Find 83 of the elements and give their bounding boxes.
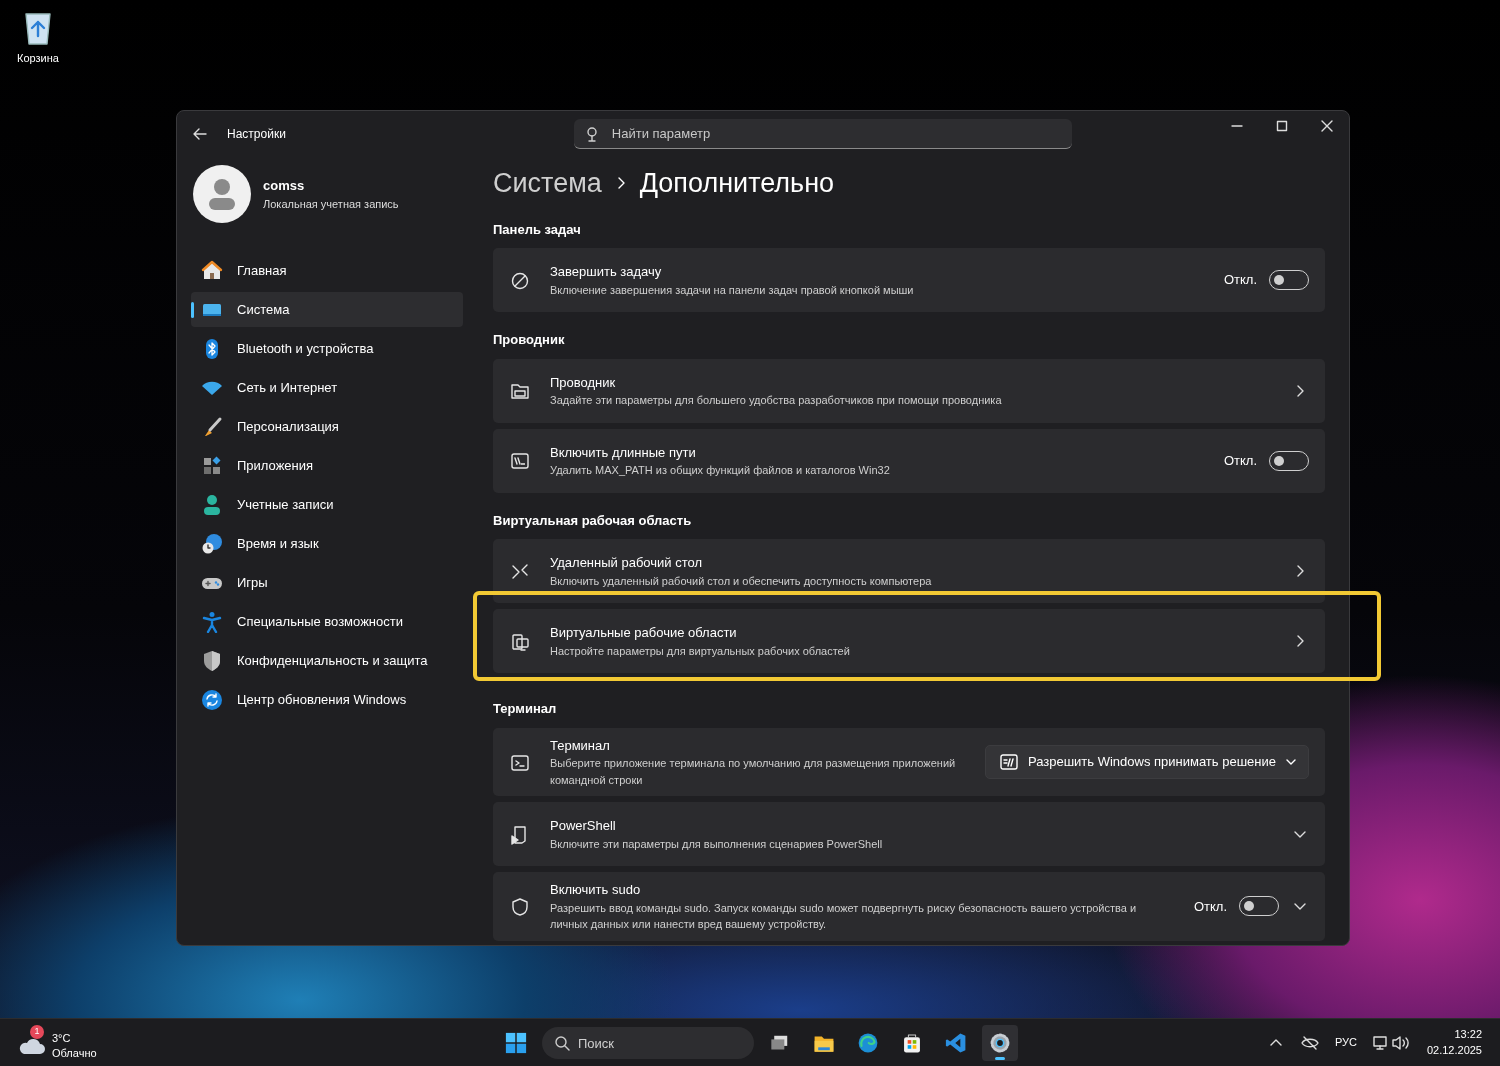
account-type: Локальная учетная запись [263, 196, 399, 212]
setting-card[interactable]: Терминал Выберите приложение терминала по умолчанию для размещения приложений командной строки Разрешить Windows принимать решение [493, 727, 1325, 796]
start-icon [503, 1030, 529, 1056]
sidebar-item[interactable]: Bluetooth и устройства [191, 331, 463, 366]
setting-description: Настройте параметры для виртуальных рабочих областей [550, 643, 851, 659]
sidebar-item[interactable]: Специальные возможности [191, 604, 463, 639]
sidebar-item[interactable]: Время и язык [191, 526, 463, 561]
setting-description: Удалить MAX_PATH из общих функций файлов и каталогов Win32 [550, 463, 891, 478]
maximize-icon [1275, 120, 1288, 132]
toggle-state-label: Откл. [1223, 271, 1257, 290]
setting-title: Терминал [550, 736, 611, 755]
folder-icon [510, 381, 530, 402]
sidebar-item[interactable]: Система [191, 292, 463, 327]
console-icon [510, 752, 530, 773]
sidebar-item[interactable]: Конфиденциальность и защита [191, 643, 463, 678]
selection-indicator [191, 302, 194, 318]
shield-icon [201, 649, 223, 672]
taskbar-search-field[interactable]: Поиск [542, 1027, 754, 1059]
setting-description: Включить удаленный рабочий стол и обеспечить доступность компьютера [550, 573, 933, 589]
setting-card[interactable]: PowerShell Включите эти параметры для выполнения сценариев PowerShell [493, 802, 1325, 866]
block-icon [510, 270, 530, 291]
setting-card[interactable]: Проводник Задайте эти параметры для большего удобства разработчиков при помощи проводника [493, 358, 1325, 423]
weather-widget[interactable]: 1 3°C Облачно [18, 1025, 97, 1060]
shield-outline-icon [510, 897, 530, 917]
setting-title: Включить sudo [550, 881, 642, 899]
setting-description: Включите эти параметры для выполнения сценариев PowerShell [550, 836, 884, 852]
sidebar-item[interactable]: Сеть и Интернет [191, 370, 463, 405]
terminal-window-icon [510, 451, 530, 472]
breadcrumb-link[interactable]: Система [493, 163, 602, 204]
setting-title: Включить длинные пути [550, 443, 697, 462]
setting-card[interactable]: Включить sudo Разрешить ввод команды sudo. Запуск команды sudo может подвергнуть риску безопасность вашего устройства и личных данных или нанести вред вашему устройству. Откл. [493, 872, 1325, 941]
toggle-state-label: Откл. [1223, 451, 1257, 470]
apps-grid-icon [201, 454, 223, 477]
setting-card[interactable]: Виртуальные рабочие области Настройте параметры для виртуальных рабочих областей [493, 609, 1325, 673]
setting-card[interactable]: Завершить задачу Включение завершения задачи на панели задач правой кнопкой мыши Откл. [493, 248, 1325, 312]
temperature: 3°C [52, 1031, 72, 1046]
terminal-dropdown[interactable]: Разрешить Windows принимать решение [984, 744, 1309, 779]
section-heading: Виртуальная рабочая область [493, 511, 693, 530]
accessibility-icon [201, 610, 223, 633]
sidebar-item[interactable]: Центр обновления Windows [191, 682, 463, 717]
section-heading: Терминал [493, 700, 558, 718]
toggle-state-label: Откл. [1193, 897, 1227, 916]
setting-title: Проводник [550, 373, 617, 392]
person-icon [201, 493, 223, 516]
user-name: comss [263, 177, 306, 195]
setting-description: Задайте эти параметры для большего удобства разработчиков при помощи проводника [550, 393, 1003, 408]
setting-title: PowerShell [550, 817, 617, 835]
sync-icon [201, 688, 223, 711]
globe-clock-icon [201, 532, 223, 555]
page-title: Дополнительно [639, 167, 835, 200]
window-title: Настройки [227, 126, 286, 143]
section-heading: Панель задач [493, 220, 582, 239]
setting-title: Виртуальные рабочие области [550, 624, 738, 642]
search-field[interactable]: Найти параметр [573, 119, 1072, 149]
sidebar-item[interactable]: Учетные записи [191, 487, 463, 522]
setting-title: Удаленный рабочий стол [550, 554, 704, 572]
setting-title: Завершить задачу [550, 263, 663, 281]
close-icon [1320, 120, 1333, 132]
sidebar-item[interactable]: Главная [191, 253, 463, 288]
notification-badge: 1 [30, 1025, 44, 1040]
console-prompt-icon [999, 753, 1018, 770]
eye-slash-icon [1300, 1035, 1319, 1050]
sidebar-item[interactable]: Игры [191, 565, 463, 600]
weather-condition: Облачно [52, 1045, 97, 1060]
clock-date[interactable]: 02.12.2025 [1426, 1042, 1482, 1058]
desktop-icon-label[interactable]: Корзина [17, 50, 59, 67]
section-heading: Проводник [493, 331, 566, 349]
taskbar-app[interactable] [982, 1025, 1018, 1061]
house-icon [201, 259, 223, 282]
person-silhouette-icon [207, 177, 237, 211]
network-speaker-icon [1372, 1034, 1411, 1051]
setting-description: Включение завершения задачи на панели задач правой кнопкой мыши [550, 282, 915, 298]
back-arrow-icon [193, 127, 207, 141]
setting-card[interactable]: Включить длинные пути Удалить MAX_PATH из общих функций файлов и каталогов Win32 Откл. [493, 428, 1325, 493]
setting-card[interactable]: Удаленный рабочий стол Включить удаленный рабочий стол и обеспечить доступность компьютера [493, 539, 1325, 603]
language-indicator[interactable]: РУС [1334, 1034, 1357, 1051]
setting-description: Выберите приложение терминала по умолчанию для размещения приложений командной строки [550, 756, 957, 788]
setting-description: Разрешить ввод команды sudo. Запуск команды sudo может подвергнуть риску безопасность вашего устройства и личных данных или нанести вред вашему устройству. [550, 900, 1138, 932]
devices-icon [510, 631, 530, 652]
running-indicator [995, 1057, 1005, 1060]
clock-time[interactable]: 13:22 [1426, 1027, 1482, 1043]
sidebar-item[interactable]: Приложения [191, 448, 463, 483]
sidebar-item[interactable]: Персонализация [191, 409, 463, 444]
